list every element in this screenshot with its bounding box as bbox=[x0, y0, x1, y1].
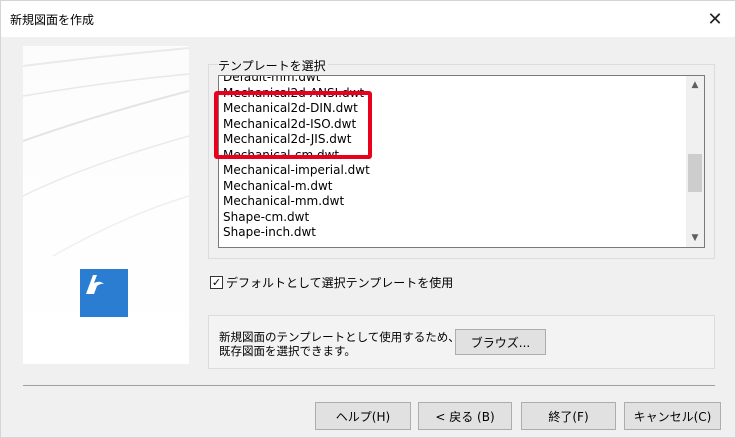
scroll-down-icon[interactable]: ▼ bbox=[686, 229, 704, 247]
annotation-highlight-box bbox=[214, 91, 372, 159]
list-scrollbar[interactable]: ▲ ▼ bbox=[686, 76, 704, 247]
list-item[interactable]: Shape-cm.dwt bbox=[223, 210, 370, 226]
browse-panel: 新規図面のテンプレートとして使用するため、 既存図面を選択できます。 ブラウズ.… bbox=[208, 315, 715, 369]
back-button[interactable]: < 戻る (B) bbox=[418, 402, 512, 430]
list-item[interactable]: Mechanical-m.dwt bbox=[223, 179, 370, 195]
finish-button[interactable]: 終了(F) bbox=[521, 402, 616, 430]
wizard-side-panel bbox=[23, 46, 189, 364]
close-icon[interactable]: ✕ bbox=[695, 1, 735, 37]
browse-button[interactable]: ブラウズ... bbox=[455, 329, 546, 355]
cancel-button[interactable]: キャンセル(C) bbox=[624, 402, 721, 430]
help-button[interactable]: ヘルプ(H) bbox=[315, 402, 411, 430]
browse-description-line: 新規図面のテンプレートとして使用するため、 bbox=[219, 330, 460, 344]
footer-separator bbox=[23, 385, 715, 386]
default-template-checkbox[interactable]: ✓ bbox=[210, 276, 223, 289]
list-item[interactable]: Shape-inch.dwt bbox=[223, 225, 370, 241]
default-template-option[interactable]: ✓ デフォルトとして選択テンプレートを使用 bbox=[210, 274, 453, 291]
scroll-thumb[interactable] bbox=[688, 154, 702, 192]
template-group-label: テンプレートを選択 bbox=[218, 57, 328, 74]
new-drawing-dialog: 新規図面を作成 ✕ テンプレートを選択 Default-mm.dwt Mecha… bbox=[0, 0, 736, 438]
list-item[interactable]: Mechanical-imperial.dwt bbox=[223, 163, 370, 179]
title-bar: 新規図面を作成 ✕ bbox=[1, 1, 735, 37]
list-item[interactable]: Mechanical-mm.dwt bbox=[223, 194, 370, 210]
scroll-up-icon[interactable]: ▲ bbox=[686, 76, 704, 94]
list-item[interactable]: Default-mm.dwt bbox=[223, 76, 370, 86]
dialog-title: 新規図面を作成 bbox=[10, 13, 95, 27]
browse-description: 新規図面のテンプレートとして使用するため、 既存図面を選択できます。 bbox=[219, 330, 460, 358]
default-template-label[interactable]: デフォルトとして選択テンプレートを使用 bbox=[226, 274, 453, 291]
bricscad-logo-icon bbox=[80, 269, 128, 317]
browse-description-line: 既存図面を選択できます。 bbox=[219, 344, 356, 358]
